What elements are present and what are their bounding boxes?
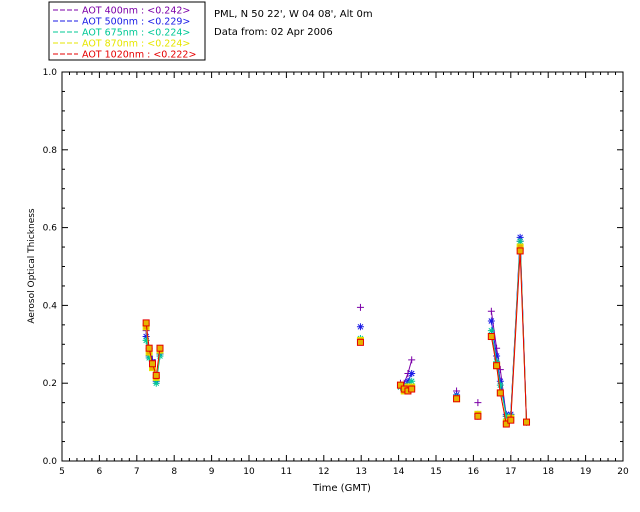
data-point [496, 389, 504, 397]
x-tick-label: 15 [430, 467, 441, 477]
site-info: PML, N 50 22', W 04 08', Alt 0m [214, 9, 373, 20]
data-point [356, 338, 364, 346]
x-tick-label: 10 [243, 467, 255, 477]
series-aot-400nm [142, 237, 531, 426]
legend-label: AOT 1020nm : <0.222> [82, 50, 196, 61]
data-point [487, 307, 495, 315]
data-point [149, 360, 157, 368]
x-tick-label: 7 [134, 467, 140, 477]
x-tick-label: 12 [318, 467, 329, 477]
legend-label: AOT 870nm : <0.224> [82, 39, 190, 50]
y-tick-label: 1.0 [43, 68, 58, 78]
series-aot-500nm [142, 233, 531, 426]
legend: AOT 400nm : <0.242>AOT 500nm : <0.229>AO… [48, 1, 206, 61]
data-point [487, 333, 495, 341]
date-info: Data from: 02 Apr 2006 [214, 27, 333, 38]
x-tick-label: 11 [281, 467, 292, 477]
data-point [142, 319, 150, 327]
data-point [487, 317, 495, 325]
data-point [408, 385, 416, 393]
data-point [474, 399, 482, 407]
legend-label: AOT 500nm : <0.229> [82, 17, 190, 28]
data-point [156, 344, 164, 352]
x-tick-label: 16 [468, 467, 480, 477]
data-point [408, 369, 416, 377]
series-layer [142, 233, 531, 428]
data-point [474, 412, 482, 420]
data-point [516, 247, 524, 255]
data-point [507, 416, 515, 424]
x-tick-label: 8 [171, 467, 177, 477]
x-tick-label: 18 [542, 467, 554, 477]
data-point [356, 303, 364, 311]
axes: 5 6 7 8 9 10 11 12 13 14 15 16 17 18 19 20 0.0 0.2 0.4 0.6 0… [43, 68, 629, 477]
data-point [493, 362, 501, 370]
y-tick-label: 0.4 [43, 301, 58, 311]
y-tick-label: 0.6 [43, 224, 58, 234]
x-tick-label: 20 [617, 467, 629, 477]
x-tick-label: 19 [580, 467, 592, 477]
data-point [356, 323, 364, 331]
data-point [145, 344, 153, 352]
data-point [408, 356, 416, 364]
series-line [490, 250, 528, 425]
x-tick-label: 5 [59, 467, 65, 477]
y-tick-label: 0.0 [43, 457, 58, 467]
data-point [496, 381, 504, 389]
y-axis-label: Aerosol Optical Thickness [27, 208, 37, 324]
x-axis-label: Time (GMT) [312, 483, 371, 494]
legend-label: AOT 400nm : <0.242> [82, 6, 190, 17]
series-aot-1020nm [142, 247, 531, 428]
y-tick-label: 0.8 [43, 146, 58, 156]
x-tick-label: 6 [97, 467, 103, 477]
series-aot-870nm [142, 243, 531, 426]
plot-frame [61, 71, 624, 462]
x-tick-label: 14 [393, 467, 405, 477]
data-point [523, 418, 531, 426]
y-tick-label: 0.2 [43, 379, 57, 389]
data-point [453, 395, 461, 403]
legend-label: AOT 675nm : <0.224> [82, 28, 190, 39]
x-tick-label: 9 [209, 467, 215, 477]
aot-chart: AOT 400nm : <0.242>AOT 500nm : <0.229>AO… [27, 1, 629, 494]
x-tick-label: 13 [355, 467, 366, 477]
data-point [152, 371, 160, 379]
x-tick-label: 17 [505, 467, 516, 477]
series-aot-675nm [142, 237, 531, 426]
